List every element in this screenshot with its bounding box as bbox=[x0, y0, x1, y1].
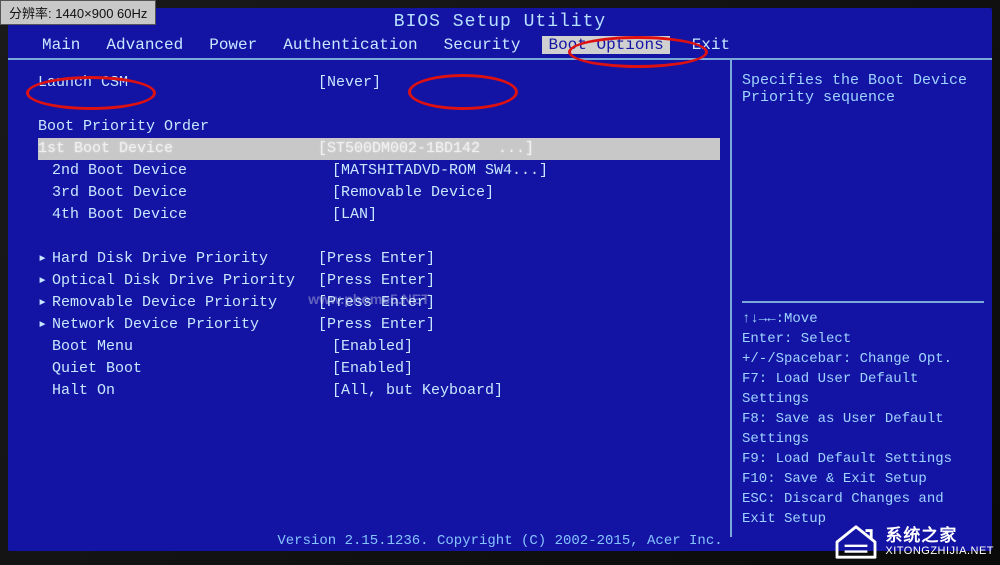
boot-device-4[interactable]: 4th Boot Device [LAN] bbox=[38, 204, 720, 226]
option-value: [LAN] bbox=[332, 204, 377, 226]
option-value: [ST500DM002-1BD142 ...] bbox=[318, 138, 534, 160]
side-panel: Specifies the Boot Device Priority seque… bbox=[730, 60, 992, 537]
option-label: Boot Menu bbox=[52, 336, 332, 358]
option-value: [Enabled] bbox=[332, 336, 413, 358]
triangle-icon: ▸ bbox=[38, 248, 52, 270]
tab-authentication[interactable]: Authentication bbox=[279, 36, 421, 54]
help-line: F8: Save as User Default Settings bbox=[742, 409, 984, 449]
option-launch-csm[interactable]: Launch CSM [Never] bbox=[38, 72, 720, 94]
tab-boot-options[interactable]: Boot Options bbox=[542, 36, 669, 54]
main-panel: Launch CSM [Never] Boot Priority Order 1… bbox=[8, 60, 730, 537]
boot-priority-header: Boot Priority Order bbox=[38, 116, 720, 138]
boot-device-1[interactable]: 1st Boot Device [ST500DM002-1BD142 ...] bbox=[38, 138, 720, 160]
option-label: Network Device Priority bbox=[52, 314, 318, 336]
help-line: ↑↓→←:Move bbox=[742, 309, 984, 329]
watermark-text: 系统之家 XITONGZHIJIA.NET bbox=[885, 527, 994, 558]
help-line: F7: Load User Default Settings bbox=[742, 369, 984, 409]
desc-line: Priority sequence bbox=[742, 89, 984, 106]
menu-bar: Main Advanced Power Authentication Secur… bbox=[8, 34, 992, 60]
option-label: 1st Boot Device bbox=[38, 138, 318, 160]
option-value: [Press Enter] bbox=[318, 314, 435, 336]
monitor-bezel: 分辨率: 1440×900 60Hz BIOS Setup Utility Ma… bbox=[0, 0, 1000, 565]
header-text: Boot Priority Order bbox=[38, 116, 318, 138]
option-value: [MATSHITADVD-ROM SW4...] bbox=[332, 160, 548, 182]
help-line: Enter: Select bbox=[742, 329, 984, 349]
option-label: Removable Device Priority bbox=[52, 292, 318, 314]
content-area: Launch CSM [Never] Boot Priority Order 1… bbox=[8, 60, 992, 537]
option-label: 3rd Boot Device bbox=[52, 182, 332, 204]
option-label: Halt On bbox=[52, 380, 332, 402]
option-label: Launch CSM bbox=[38, 72, 318, 94]
triangle-icon: ▸ bbox=[38, 292, 52, 314]
help-line: +/-/Spacebar: Change Opt. bbox=[742, 349, 984, 369]
option-label: 4th Boot Device bbox=[52, 204, 332, 226]
tab-security[interactable]: Security bbox=[440, 36, 525, 54]
watermark-cn: 系统之家 bbox=[885, 527, 994, 546]
option-halt-on[interactable]: Halt On [All, but Keyboard] bbox=[38, 380, 720, 402]
submenu-hdd-priority[interactable]: ▸ Hard Disk Drive Priority [Press Enter] bbox=[38, 248, 720, 270]
spacer bbox=[38, 94, 720, 116]
option-label: Optical Disk Drive Priority bbox=[52, 270, 318, 292]
option-value: [Press Enter] bbox=[318, 292, 435, 314]
boot-device-3[interactable]: 3rd Boot Device [Removable Device] bbox=[38, 182, 720, 204]
tab-exit[interactable]: Exit bbox=[688, 36, 734, 54]
option-value: [Removable Device] bbox=[332, 182, 494, 204]
watermark-en: XITONGZHIJIA.NET bbox=[885, 545, 994, 557]
triangle-icon: ▸ bbox=[38, 314, 52, 336]
option-value: [Never] bbox=[318, 72, 381, 94]
submenu-removable-priority[interactable]: ▸ Removable Device Priority [Press Enter… bbox=[38, 292, 720, 314]
option-value: [All, but Keyboard] bbox=[332, 380, 503, 402]
option-quiet-boot[interactable]: Quiet Boot [Enabled] bbox=[38, 358, 720, 380]
key-help: ↑↓→←:Move Enter: Select +/-/Spacebar: Ch… bbox=[742, 301, 984, 529]
option-value: [Press Enter] bbox=[318, 248, 435, 270]
option-value: [Press Enter] bbox=[318, 270, 435, 292]
tab-main[interactable]: Main bbox=[38, 36, 84, 54]
tab-advanced[interactable]: Advanced bbox=[102, 36, 187, 54]
option-label: Hard Disk Drive Priority bbox=[52, 248, 318, 270]
submenu-optical-priority[interactable]: ▸ Optical Disk Drive Priority [Press Ent… bbox=[38, 270, 720, 292]
option-boot-menu[interactable]: Boot Menu [Enabled] bbox=[38, 336, 720, 358]
boot-device-2[interactable]: 2nd Boot Device [MATSHITADVD-ROM SW4...] bbox=[38, 160, 720, 182]
tab-power[interactable]: Power bbox=[205, 36, 261, 54]
help-line: F9: Load Default Settings bbox=[742, 449, 984, 469]
triangle-icon: ▸ bbox=[38, 270, 52, 292]
option-value: [Enabled] bbox=[332, 358, 413, 380]
site-watermark: 系统之家 XITONGZHIJIA.NET bbox=[833, 523, 994, 561]
help-description: Specifies the Boot Device Priority seque… bbox=[742, 72, 984, 301]
option-label: 2nd Boot Device bbox=[52, 160, 332, 182]
house-icon bbox=[833, 523, 879, 561]
spacer bbox=[38, 226, 720, 248]
monitor-osd: 分辨率: 1440×900 60Hz bbox=[0, 0, 156, 25]
desc-line: Specifies the Boot Device bbox=[742, 72, 984, 89]
help-line: F10: Save & Exit Setup bbox=[742, 469, 984, 489]
option-label: Quiet Boot bbox=[52, 358, 332, 380]
submenu-network-priority[interactable]: ▸ Network Device Priority [Press Enter] bbox=[38, 314, 720, 336]
bios-screen: BIOS Setup Utility Main Advanced Power A… bbox=[8, 8, 992, 551]
osd-text: 分辨率: 1440×900 60Hz bbox=[9, 6, 147, 21]
